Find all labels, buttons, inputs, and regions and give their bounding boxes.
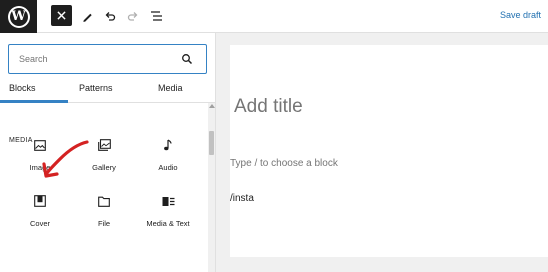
wordpress-logo-icon[interactable]: W bbox=[0, 0, 37, 33]
media-text-icon bbox=[161, 194, 175, 208]
search-box bbox=[8, 44, 207, 74]
undo-button[interactable] bbox=[100, 6, 120, 26]
top-toolbar: W Save draft bbox=[0, 0, 548, 33]
tab-patterns[interactable]: Patterns bbox=[79, 83, 113, 93]
tools-button[interactable] bbox=[77, 6, 97, 26]
editor-canvas bbox=[230, 45, 548, 257]
block-label: File bbox=[97, 219, 111, 228]
pencil-icon bbox=[82, 13, 92, 22]
scroll-up-arrow-icon[interactable] bbox=[209, 104, 215, 108]
document-overview-button[interactable] bbox=[146, 6, 166, 26]
image-icon bbox=[33, 138, 47, 152]
search-input[interactable] bbox=[11, 47, 181, 70]
block-file[interactable]: File bbox=[73, 191, 135, 235]
block-image[interactable]: Image bbox=[9, 135, 71, 179]
tab-media[interactable]: Media bbox=[158, 83, 183, 93]
audio-icon bbox=[161, 138, 175, 152]
active-tab-indicator bbox=[0, 100, 68, 103]
scrollbar-track[interactable] bbox=[208, 103, 215, 272]
close-icon bbox=[57, 11, 66, 20]
block-media-text[interactable]: Media & Text bbox=[137, 191, 199, 235]
save-draft-button[interactable]: Save draft bbox=[500, 10, 541, 20]
cover-icon bbox=[33, 194, 47, 208]
block-cover[interactable]: Cover bbox=[9, 191, 71, 235]
scrollbar-thumb[interactable] bbox=[209, 131, 214, 155]
list-view-icon bbox=[150, 11, 162, 21]
redo-icon bbox=[127, 12, 138, 21]
block-appender-placeholder[interactable]: Type / to choose a block bbox=[230, 158, 338, 169]
close-inserter-button[interactable] bbox=[51, 5, 72, 26]
block-label: Gallery bbox=[92, 163, 116, 172]
block-gallery[interactable]: Gallery bbox=[73, 135, 135, 179]
inserter-tabs: Blocks Patterns Media bbox=[0, 75, 215, 103]
block-label: Audio bbox=[158, 163, 178, 172]
post-title-field[interactable]: Add title bbox=[234, 96, 303, 118]
file-icon bbox=[97, 194, 111, 208]
redo-button[interactable] bbox=[123, 6, 143, 26]
block-label: Cover bbox=[29, 219, 50, 228]
paragraph-block-input[interactable]: /insta bbox=[230, 193, 254, 204]
gallery-icon bbox=[97, 138, 111, 152]
block-label: Media & Text bbox=[146, 219, 190, 228]
search-icon bbox=[182, 54, 193, 65]
block-audio[interactable]: Audio bbox=[137, 135, 199, 179]
block-label: Image bbox=[29, 163, 51, 172]
tab-blocks[interactable]: Blocks bbox=[9, 83, 36, 93]
undo-icon bbox=[105, 12, 116, 21]
